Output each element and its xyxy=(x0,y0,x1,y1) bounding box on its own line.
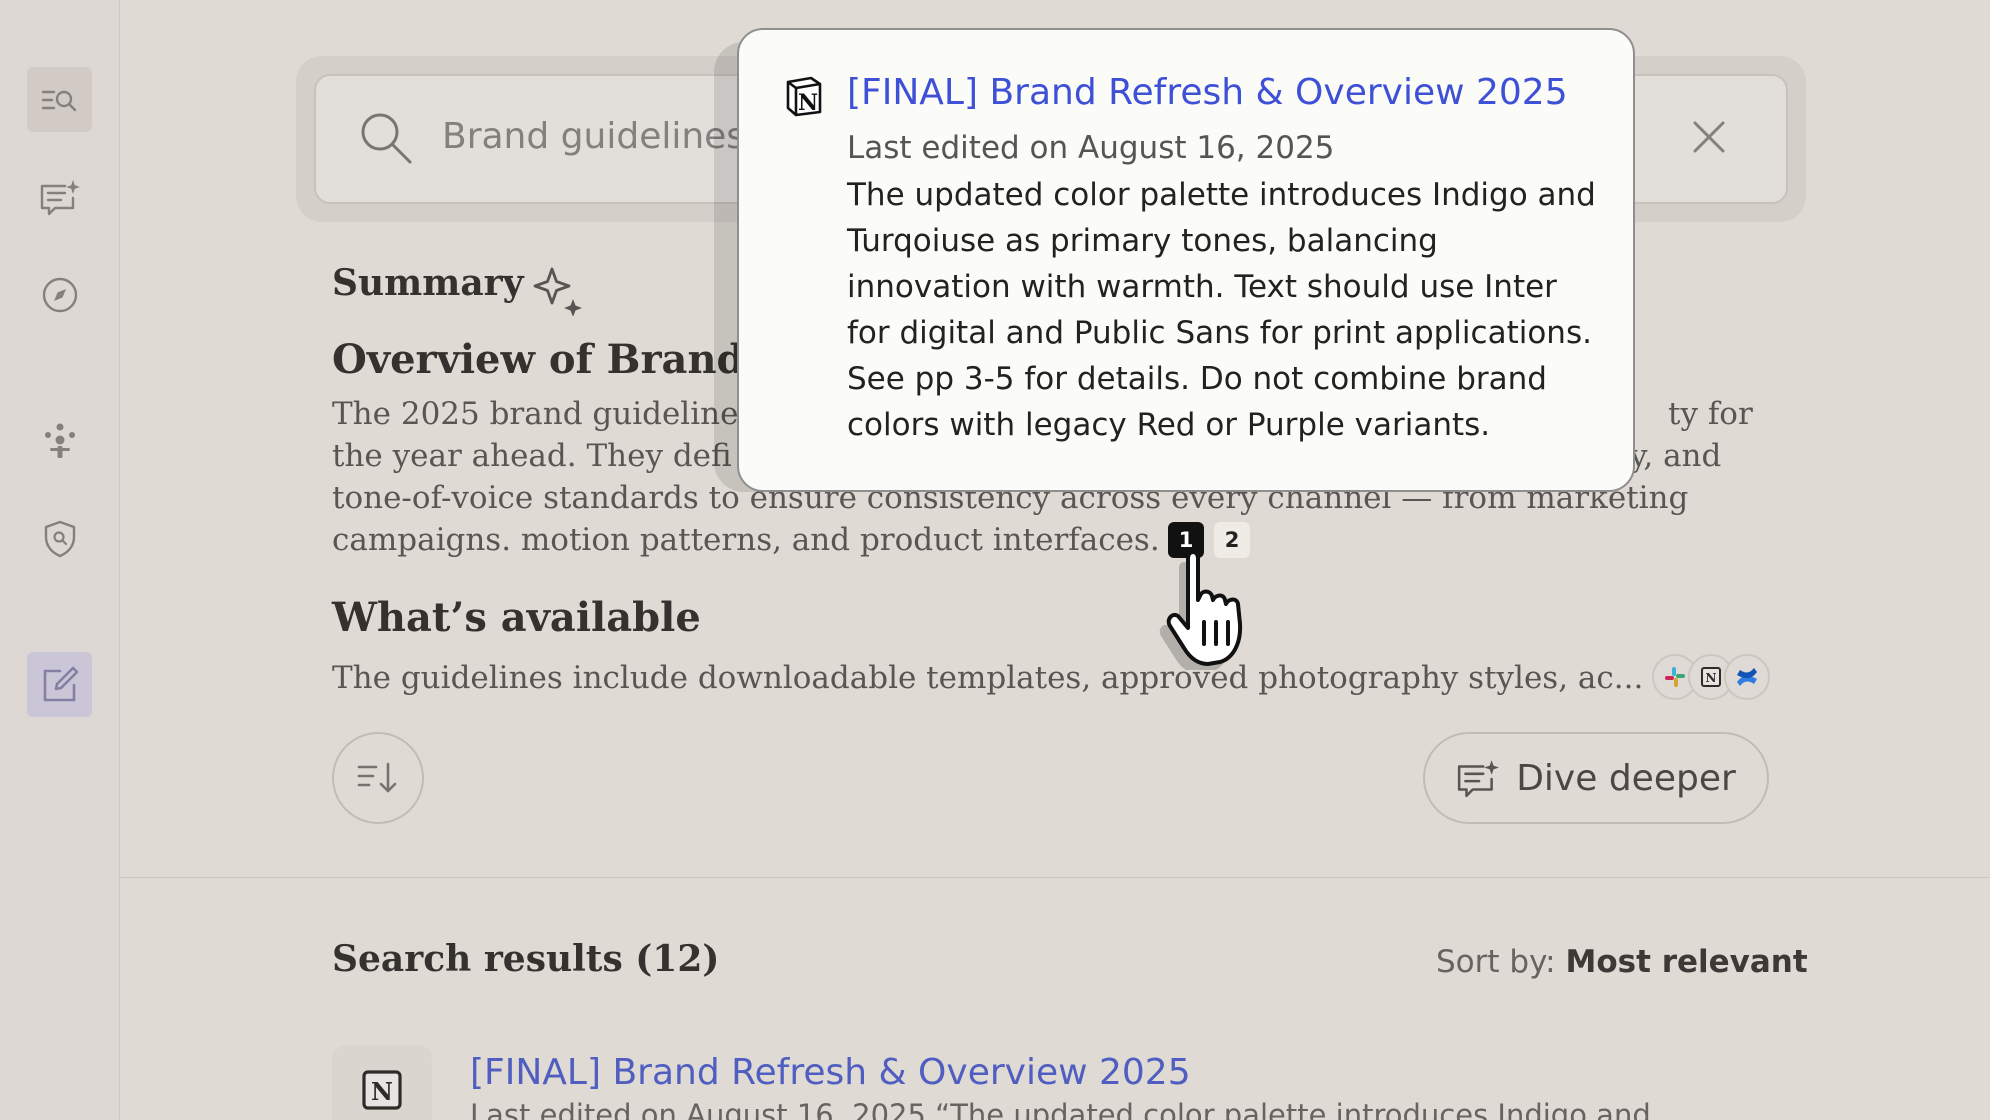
popover-body: The updated color palette introduces Ind… xyxy=(847,177,1596,443)
svg-text:N: N xyxy=(798,90,818,116)
notion-icon: N xyxy=(786,76,822,117)
popover-title-link[interactable]: [FINAL] Brand Refresh & Overview 2025 xyxy=(847,72,1568,113)
popover-date: Last edited on August 16, 2025 xyxy=(847,130,1335,166)
hand-pointer-cursor-icon xyxy=(1159,550,1243,670)
